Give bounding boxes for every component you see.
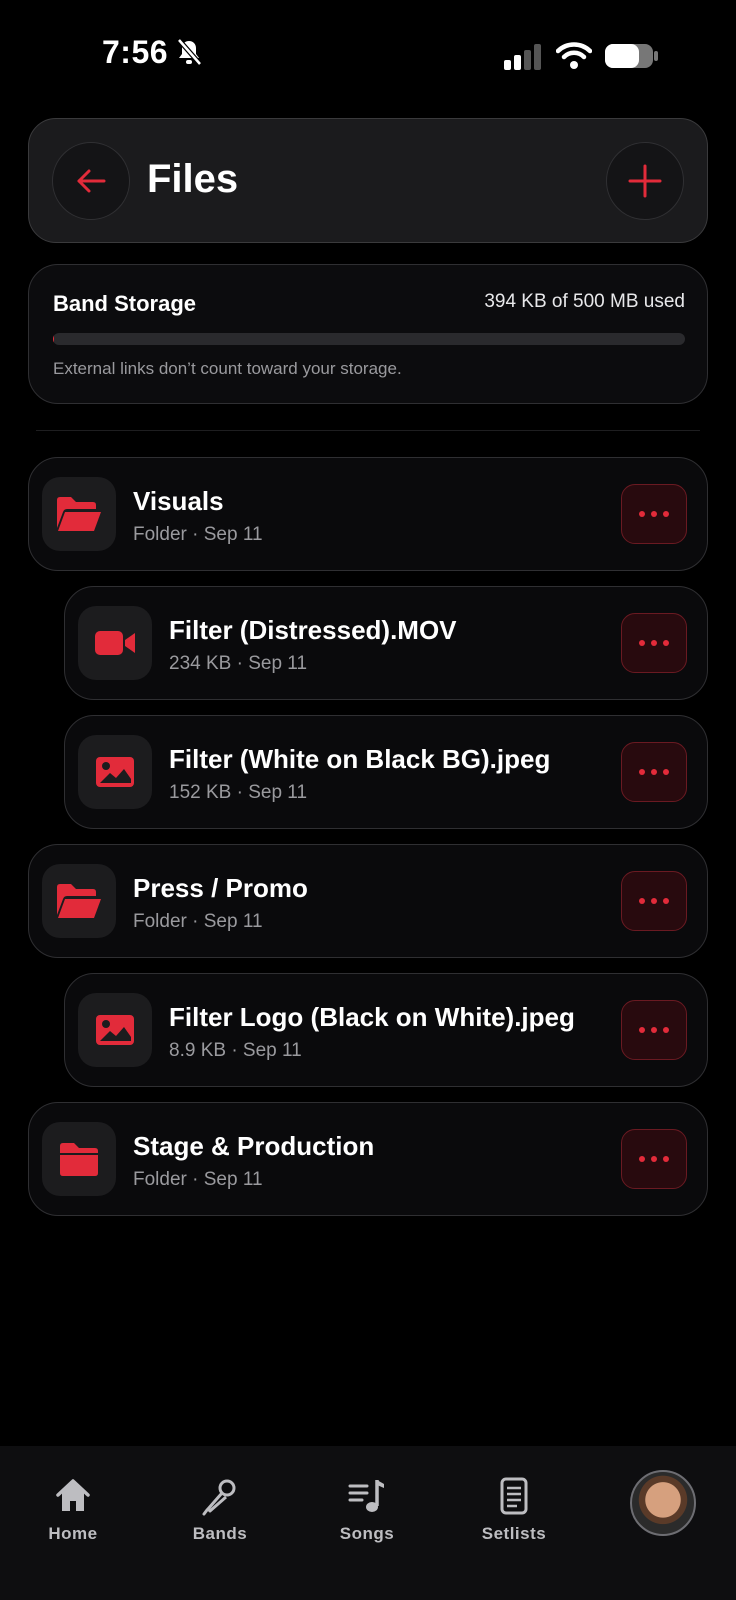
- status-time: 7:56: [102, 34, 169, 70]
- tab-bands[interactable]: Bands: [165, 1476, 275, 1544]
- cellular-signal-icon: [504, 44, 541, 70]
- plus-icon: [628, 164, 662, 198]
- storage-progress-bar: [53, 333, 685, 345]
- storage-note: External links don’t count toward your s…: [53, 359, 402, 378]
- item-name: Filter Logo (Black on White).jpeg: [169, 1002, 575, 1032]
- tab-bands-label: Bands: [192, 1524, 248, 1543]
- bell-muted-icon: [177, 38, 202, 66]
- tab-home[interactable]: Home: [18, 1476, 128, 1544]
- tab-songs-label: Songs: [339, 1524, 395, 1543]
- item-name: Stage & Production: [133, 1131, 375, 1161]
- more-dot: [651, 640, 657, 646]
- more-dot: [651, 511, 657, 517]
- header-bar: Files: [28, 118, 708, 243]
- more-dot: [663, 1156, 669, 1162]
- folder-open-icon: [42, 864, 116, 938]
- page-title: Files: [147, 157, 239, 201]
- item-meta: Folder · Sep 11: [133, 1169, 263, 1190]
- status-bar: 7:56: [0, 0, 736, 110]
- divider: [36, 430, 700, 431]
- file-row[interactable]: Filter Logo (Black on White).jpeg 8.9 KB …: [64, 973, 708, 1087]
- tab-bar: Home Bands Songs Setlists: [0, 1446, 736, 1600]
- arrow-left-icon: [77, 169, 106, 193]
- more-options-button[interactable]: [621, 742, 687, 802]
- storage-progress-fill: [53, 333, 54, 345]
- more-options-button[interactable]: [621, 1129, 687, 1189]
- more-dot: [663, 769, 669, 775]
- folder-icon: [42, 1122, 116, 1196]
- tab-setlists-label: Setlists: [481, 1524, 547, 1543]
- tab-songs[interactable]: Songs: [312, 1476, 422, 1544]
- microphone-icon: [202, 1479, 236, 1516]
- more-dot: [639, 769, 645, 775]
- home-icon: [56, 1479, 90, 1511]
- add-button[interactable]: [606, 142, 684, 220]
- more-dot: [639, 1027, 645, 1033]
- more-dot: [639, 640, 645, 646]
- item-meta: 234 KB · Sep 11: [169, 653, 308, 674]
- tab-setlists[interactable]: Setlists: [459, 1476, 569, 1544]
- more-dot: [651, 1027, 657, 1033]
- more-options-button[interactable]: [621, 484, 687, 544]
- storage-title: Band Storage: [53, 291, 197, 316]
- folder-row[interactable]: Press / Promo Folder · Sep 11: [28, 844, 708, 958]
- item-name: Press / Promo: [133, 873, 308, 903]
- storage-card: Band Storage 394 KB of 500 MB used Exter…: [28, 264, 708, 404]
- item-name: Visuals: [133, 486, 224, 516]
- storage-usage: 394 KB of 500 MB used: [484, 291, 685, 312]
- image-icon: [78, 735, 152, 809]
- back-button[interactable]: [52, 142, 130, 220]
- music-list-icon: [348, 1480, 384, 1512]
- more-dot: [663, 640, 669, 646]
- more-dot: [651, 1156, 657, 1162]
- folder-row[interactable]: Stage & Production Folder · Sep 11: [28, 1102, 708, 1216]
- wifi-icon: [556, 42, 592, 69]
- item-meta: Folder · Sep 11: [133, 524, 263, 545]
- folder-open-icon: [42, 477, 116, 551]
- item-meta: 8.9 KB · Sep 11: [169, 1040, 302, 1061]
- item-name: Filter (White on Black BG).jpeg: [169, 744, 551, 774]
- more-options-button[interactable]: [621, 871, 687, 931]
- more-dot: [651, 898, 657, 904]
- more-dot: [663, 1027, 669, 1033]
- tab-home-label: Home: [48, 1524, 98, 1543]
- item-name: Filter (Distressed).MOV: [169, 615, 457, 645]
- setlist-icon: [500, 1477, 528, 1515]
- more-dot: [651, 769, 657, 775]
- more-dot: [639, 1156, 645, 1162]
- battery-icon: [605, 44, 658, 68]
- more-dot: [639, 898, 645, 904]
- more-dot: [663, 511, 669, 517]
- item-meta: Folder · Sep 11: [133, 911, 263, 932]
- image-icon: [78, 993, 152, 1067]
- profile-avatar[interactable]: [630, 1470, 696, 1536]
- more-options-button[interactable]: [621, 613, 687, 673]
- item-meta: 152 KB · Sep 11: [169, 782, 308, 803]
- more-dot: [639, 511, 645, 517]
- video-camera-icon: [78, 606, 152, 680]
- more-options-button[interactable]: [621, 1000, 687, 1060]
- more-dot: [663, 898, 669, 904]
- folder-row[interactable]: Visuals Folder · Sep 11: [28, 457, 708, 571]
- file-row[interactable]: Filter (White on Black BG).jpeg 152 KB · …: [64, 715, 708, 829]
- file-row[interactable]: Filter (Distressed).MOV 234 KB · Sep 11: [64, 586, 708, 700]
